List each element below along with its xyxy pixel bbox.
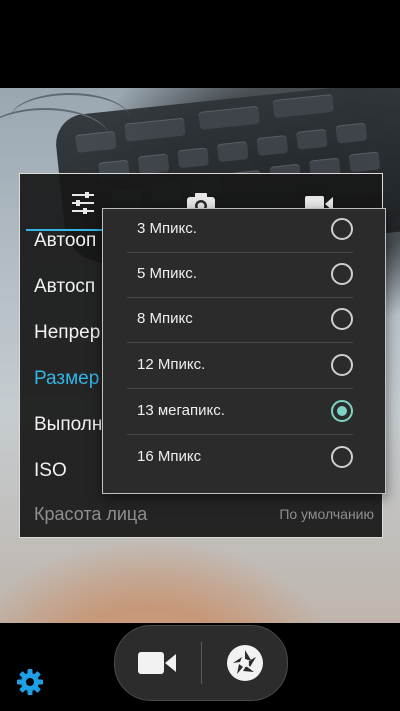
size-option-label: 3 Мпикс. <box>137 220 197 237</box>
radio-button[interactable] <box>331 354 353 376</box>
settings-row-face-beauty[interactable]: Красота лица По умолчанию <box>34 491 374 537</box>
video-record-button[interactable] <box>115 626 201 700</box>
radio-button-selected[interactable] <box>331 400 353 422</box>
size-option-label: 12 Мпикс. <box>137 356 206 373</box>
shutter-icon <box>225 643 265 688</box>
radio-button[interactable] <box>331 218 353 240</box>
size-option-label: 13 мегапикс. <box>137 402 225 419</box>
radio-button[interactable] <box>331 263 353 285</box>
settings-row-value: По умолчанию <box>279 506 374 522</box>
gear-icon[interactable] <box>15 667 45 702</box>
shutter-button[interactable] <box>201 626 287 700</box>
capture-controls <box>114 625 288 701</box>
settings-row-label: Красота лица <box>34 504 148 524</box>
settings-row-label: Размер <box>34 368 100 389</box>
radio-button[interactable] <box>331 308 353 330</box>
settings-row-label: Автосп <box>34 276 96 297</box>
settings-row-label: Автооп <box>34 230 97 251</box>
settings-row-label: ISO <box>34 460 67 481</box>
size-option-8mp[interactable]: 8 Мпикс <box>127 297 353 343</box>
size-option-label: 16 Мпикс <box>137 448 202 465</box>
settings-row-label: Непрер <box>34 322 101 343</box>
picture-size-dropdown: 3 Мпикс. 5 Мпикс. 8 Мпикс 12 Мпикс. 13 м… <box>102 208 386 494</box>
size-option-12mp[interactable]: 12 Мпикс. <box>127 343 353 389</box>
radio-button[interactable] <box>331 446 353 468</box>
sliders-icon[interactable] <box>70 190 96 221</box>
size-option-5mp[interactable]: 5 Мпикс. <box>127 252 353 298</box>
size-option-3mp[interactable]: 3 Мпикс. <box>127 209 353 253</box>
size-option-16mp[interactable]: 16 Мпикс <box>127 435 353 480</box>
size-option-label: 8 Мпикс <box>137 310 193 327</box>
settings-row-label: Выполн <box>34 414 103 435</box>
size-option-13mp[interactable]: 13 мегапикс. <box>127 389 353 435</box>
size-option-label: 5 Мпикс. <box>137 265 197 282</box>
video-record-icon <box>137 650 177 681</box>
